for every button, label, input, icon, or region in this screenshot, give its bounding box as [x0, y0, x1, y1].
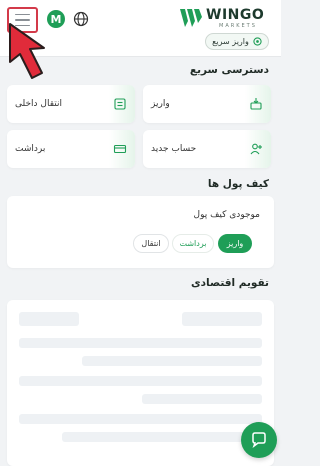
pointer-arrow-icon	[9, 23, 45, 79]
skeleton-line	[182, 312, 262, 326]
skeleton-line	[19, 376, 262, 386]
quick-deposit-card[interactable]: واریز	[143, 85, 271, 123]
menu-bar	[15, 19, 30, 21]
quick-access-title: دسترسی سریع	[189, 64, 269, 76]
quick-deposit-button[interactable]: واریز سریع	[205, 33, 269, 50]
wallet-transfer-button[interactable]: انتقال	[133, 234, 169, 253]
skeleton-line	[82, 356, 262, 366]
chat-bubble-icon	[252, 432, 266, 449]
globe-icon[interactable]	[73, 11, 89, 27]
new-account-card[interactable]: حساب جدید	[143, 130, 271, 168]
wallet-card: موجودی کیف پول واریز برداشت انتقال	[7, 196, 274, 268]
withdraw-card[interactable]: برداشت	[7, 130, 135, 168]
economic-calendar-title: تقویم اقتصادی	[191, 277, 269, 289]
economic-calendar-card	[7, 300, 274, 466]
logo-subtitle: MARKETS	[219, 23, 257, 29]
chat-support-button[interactable]	[241, 422, 277, 458]
skeleton-line	[62, 432, 262, 442]
coin-icon	[253, 37, 262, 46]
quick-access-label: حساب جدید	[151, 144, 197, 154]
menu-bar	[15, 13, 30, 16]
wingo-logo[interactable]: WINGO MARKETS	[179, 6, 269, 32]
logo-name: WINGO	[206, 7, 265, 23]
wingo-logo-mark-icon	[180, 9, 202, 27]
wallets-title: کیف پول ها	[207, 178, 269, 190]
transfer-icon	[114, 98, 126, 110]
quick-access-label: برداشت	[15, 144, 46, 154]
internal-transfer-card[interactable]: انتقال داخلی	[7, 85, 135, 123]
quick-access-label: انتقال داخلی	[15, 99, 62, 109]
wallet-withdraw-button[interactable]: برداشت	[172, 234, 214, 253]
skeleton-line	[19, 338, 262, 348]
wallet-deposit-button[interactable]: واریز	[218, 234, 252, 253]
skeleton-line	[19, 312, 79, 326]
deposit-icon	[250, 98, 262, 110]
wallet-balance-label: موجودی کیف پول	[193, 210, 260, 220]
skeleton-line	[19, 414, 262, 424]
withdraw-icon	[113, 144, 127, 154]
quick-access-label: واریز	[151, 99, 170, 109]
skeleton-line	[142, 394, 262, 404]
add-user-icon	[250, 143, 262, 155]
quick-deposit-label: واریز سریع	[212, 37, 249, 46]
